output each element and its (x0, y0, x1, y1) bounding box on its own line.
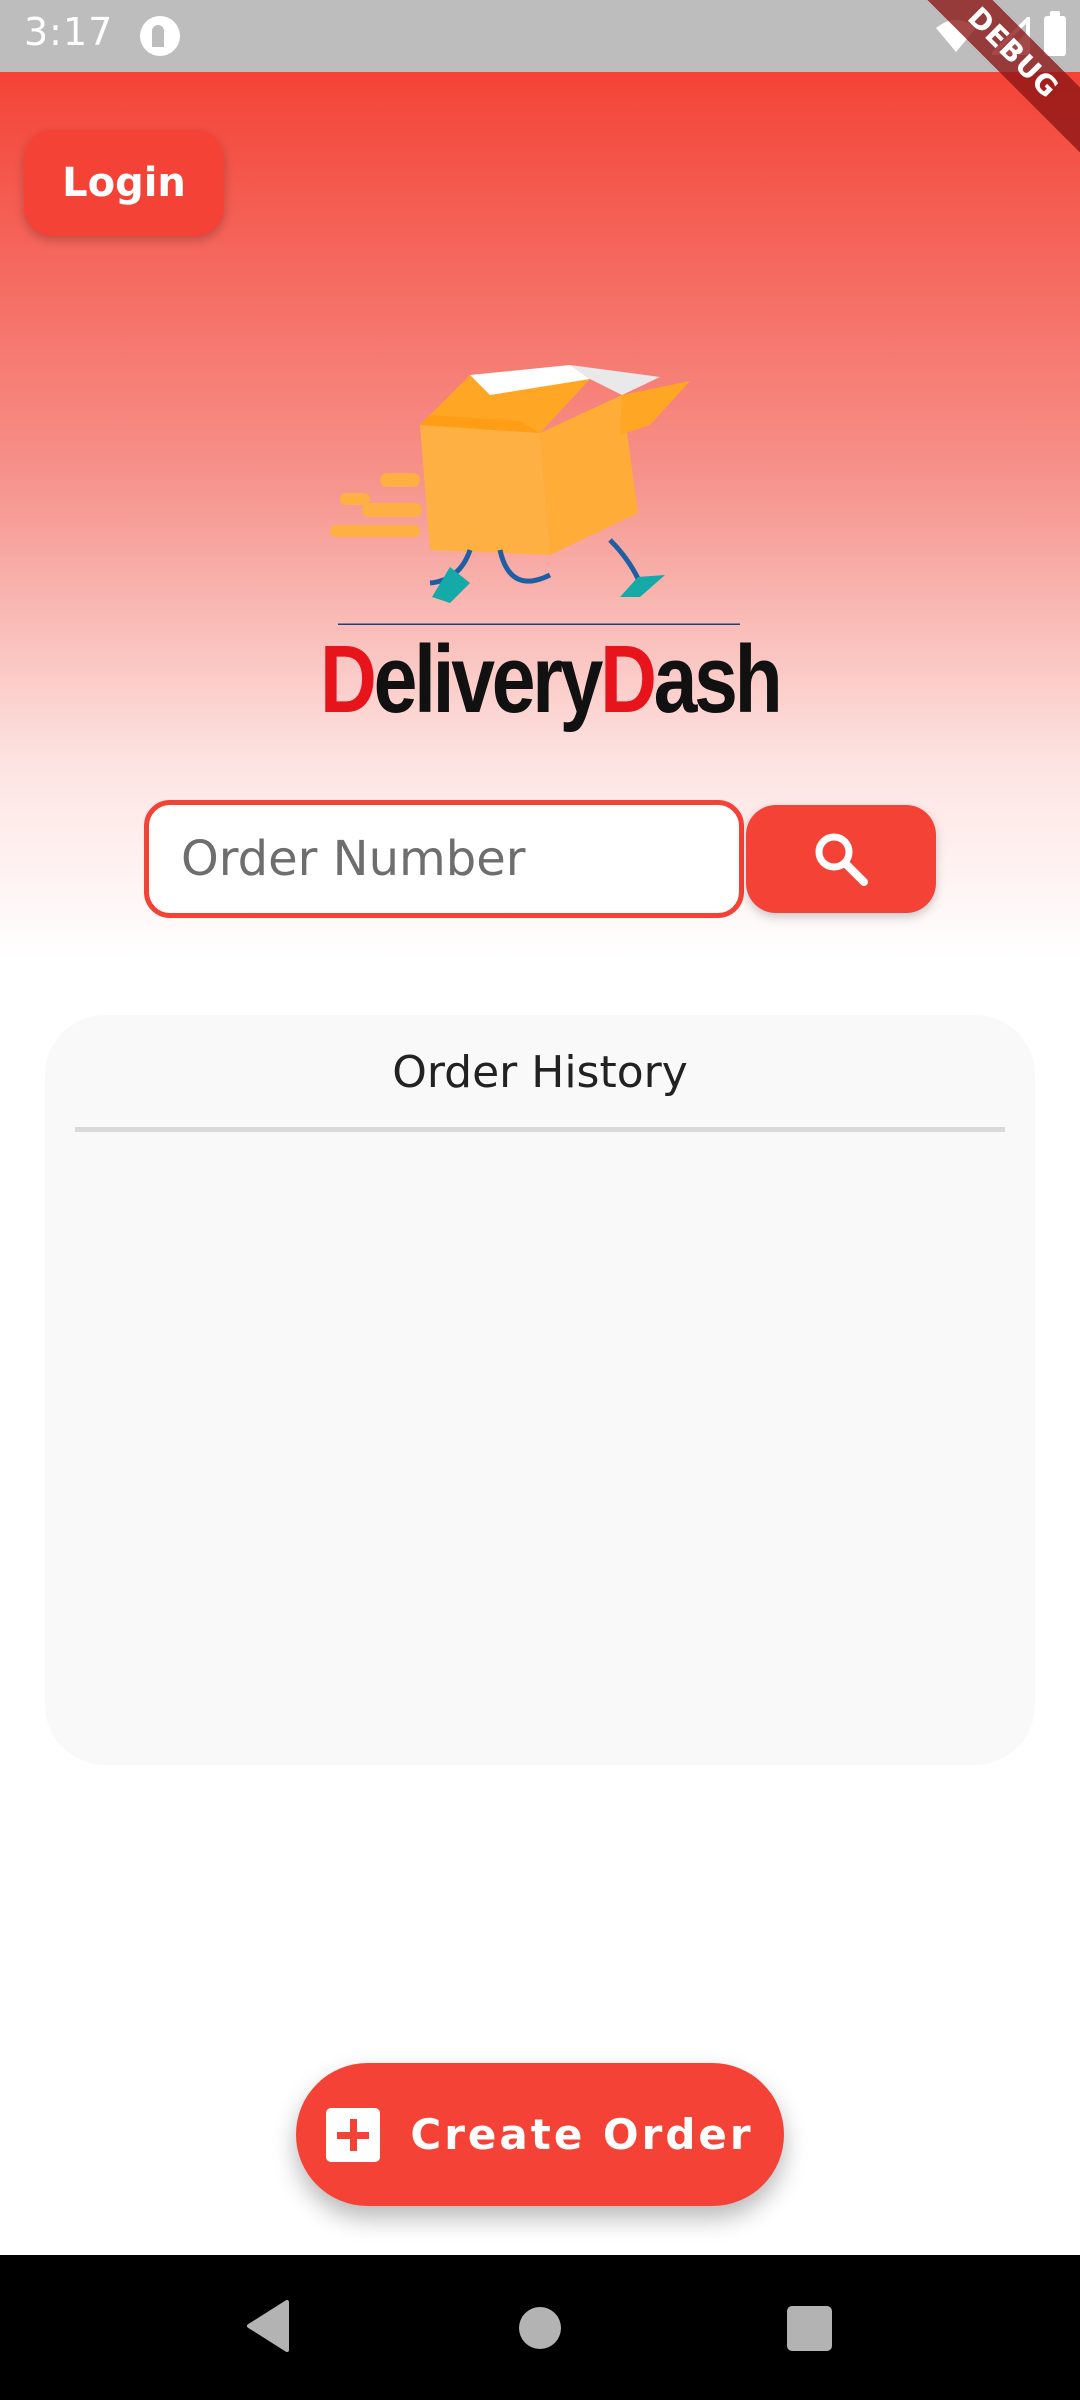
app-screen: 3:17 DEBUG Login DeliveryDash Order Numb… (0, 0, 1080, 2400)
home-icon[interactable] (519, 2307, 561, 2349)
order-number-input[interactable] (181, 831, 739, 887)
login-button[interactable]: Login (24, 130, 224, 236)
logo-wordmark: DeliveryDash (320, 626, 783, 733)
app-notification-icon (140, 16, 180, 56)
running-box-illustration (330, 365, 740, 627)
back-icon[interactable] (245, 2298, 291, 2354)
status-time: 3:17 (24, 10, 114, 54)
battery-icon (1044, 11, 1066, 56)
add-box-icon (326, 2107, 381, 2162)
recents-icon[interactable] (787, 2306, 832, 2351)
status-bar: 3:17 (0, 0, 1080, 72)
order-history-card: Order History (45, 1015, 1035, 1765)
order-history-title: Order History (392, 1047, 688, 1098)
order-history-divider (75, 1127, 1005, 1132)
search-icon (815, 833, 868, 886)
deliverydash-logo: DeliveryDash (320, 335, 783, 745)
order-number-field[interactable] (144, 800, 744, 918)
system-nav-bar (0, 2255, 1080, 2400)
create-order-label: Create Order (410, 2110, 754, 2159)
create-order-button[interactable]: Create Order (296, 2063, 784, 2206)
search-button[interactable] (746, 805, 936, 913)
